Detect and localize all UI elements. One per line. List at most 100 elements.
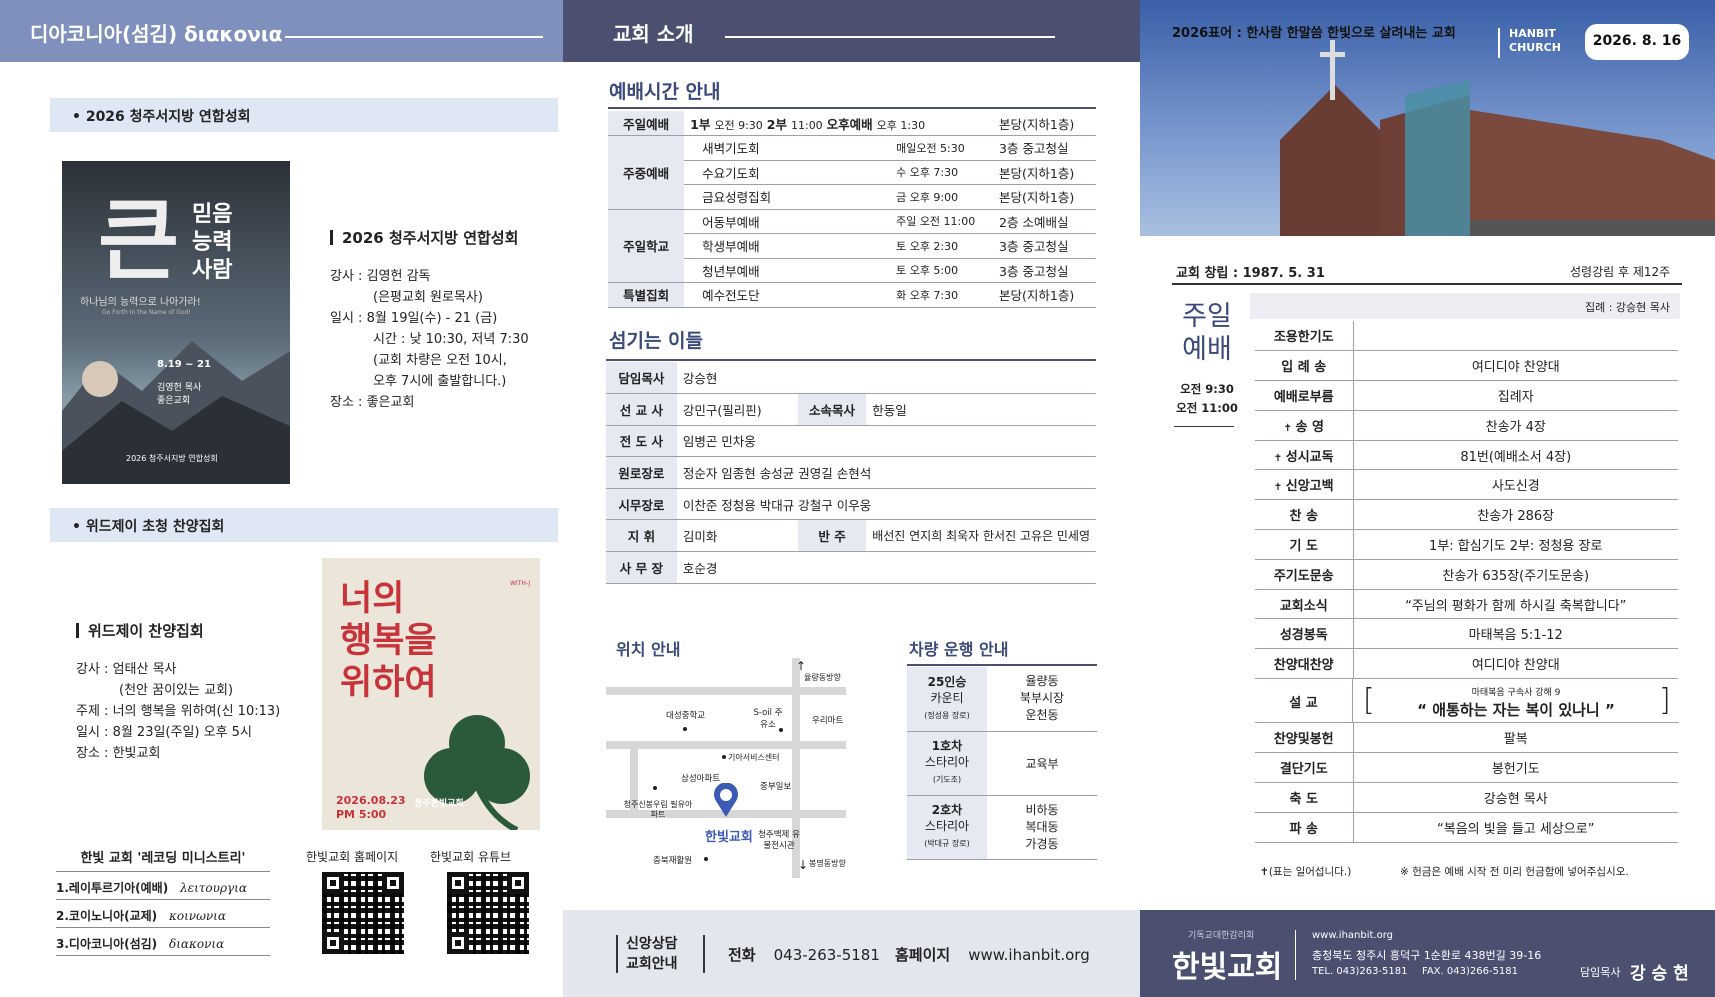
qr-homepage[interactable] [322, 872, 404, 954]
ministry-title: 한빛 교회 '레코딩 미니스트리' [56, 847, 270, 872]
event1-line: 일시 : 8월 19일(수) - 21 (금) [330, 311, 498, 326]
location-map[interactable]: ↑ ↓ 율량동방향 봉명동방향 대성중학교 S-oil 주유소 우리마트 기아서… [606, 658, 846, 878]
service-place: 본당(지하1층) [993, 111, 1096, 136]
order-row: ✝ 성시교독 81번(예배소서 4장) [1255, 440, 1678, 471]
bus-driver: (박대규 장로) [924, 839, 970, 848]
standing-note: ✝(표는 일어섭니다.) [1260, 864, 1351, 879]
church-pin-icon [714, 783, 738, 817]
order-row: 조용한기도 [1255, 321, 1678, 352]
standing-icon: ✝ [1283, 422, 1296, 434]
staff-role: 원로장로 [606, 456, 677, 489]
concert-date: 2026.08.23 [336, 794, 406, 807]
concert-poster: 너의 행복을 위하여 WITH-J 2026.08.23 PM 5:00 청주한… [322, 558, 540, 830]
event2-line: 강사 : 엄태산 목사 [76, 662, 177, 677]
standing-note-text: (표는 일어섭니다.) [1268, 866, 1352, 878]
ministry-table: 한빛 교회 '레코딩 미니스트리' 1.레이투르기아(예배) λειτουργι… [56, 847, 270, 956]
service-time: 오전 9:30 [1180, 382, 1234, 396]
footer-website[interactable]: www.ihanbit.org [1312, 930, 1393, 941]
service-part: 오후예배 [826, 116, 873, 132]
rule [606, 359, 1096, 361]
section-band-1: • 2026 청주서지방 연합성회 [50, 98, 558, 132]
order-label-text: 예배로부름 [1273, 389, 1334, 405]
event1-line: (은평교회 원로목사) [373, 290, 483, 305]
order-label-text: 신앙고백 [1285, 479, 1334, 495]
service-time: 11:00 [790, 118, 823, 132]
order-of-worship-2: 찬양및봉헌 팔복 결단기도 봉헌기도 축 도 강승현 목사 파 송 “복음의 빛을 들고 세상… [1255, 723, 1678, 843]
poster-word: 믿음 [192, 202, 233, 227]
order-label: 찬양및봉헌 [1255, 723, 1354, 754]
event1-line: 장소 : 좋은교회 [330, 395, 415, 410]
bus-driver: (정성용 장로) [924, 710, 970, 720]
event2-line: 장소 : 한빛교회 [76, 746, 161, 761]
order-value: 집례자 [1353, 380, 1678, 411]
table-row: 주일학교 어동부예배 주일 오전 11:00 2층 소예배실 [608, 209, 1096, 283]
header-rule [285, 36, 543, 38]
website-link[interactable]: www.ihanbit.org [968, 946, 1090, 964]
liturgical-week: 성령강림 후 제12주 [1570, 265, 1671, 279]
concert-title-line: 위하여 [340, 663, 437, 703]
section-band-2: • 위드제이 초청 찬양집회 [50, 508, 558, 542]
table-row: 선 교 사 강민구(필리핀) 소속목사 한동일 [606, 393, 1096, 426]
bus-car: 1호차 스타리아 (기도조) [907, 731, 987, 796]
table-row: 1호차 스타리아 (기도조) 교육부 [907, 731, 1097, 796]
order-label: 축 도 [1255, 782, 1354, 813]
order-label: 찬 송 [1255, 499, 1354, 531]
staff-role: 반 주 [797, 519, 867, 553]
service-part: 2부 [766, 116, 787, 132]
staff-role: 사 무 장 [606, 551, 677, 584]
service-title-line: 예배 [1182, 334, 1232, 365]
table-row: 원로장로 정순자 임종현 송성균 권영길 손현석 [606, 456, 1096, 489]
order-label: 교회소식 [1255, 589, 1354, 620]
order-row: 교회소식 “주님의 평화가 함께 하시길 축복합니다” [1255, 589, 1678, 620]
order-label-text: 조용한기도 [1273, 330, 1334, 346]
staff-names: 배선진 연지희 최욱자 한서진 고유은 민세영 [866, 519, 1096, 553]
event1-line: (교회 차량은 오전 10시, [373, 353, 507, 368]
qr-youtube[interactable] [447, 872, 529, 954]
service-title-line: 주일 [1182, 301, 1232, 332]
table-row: 특별집회 예수전도단 화 오후 7:30 본당(지하1층) [608, 282, 1096, 308]
order-label-text: 파 송 [1289, 821, 1318, 837]
brand-logo: HANBIT CHURCH [1509, 27, 1561, 55]
bus-car-model: 스타리아 [924, 755, 970, 769]
map-label: 우리마트 [812, 716, 844, 726]
order-label-text: 찬양대찬양 [1273, 658, 1334, 674]
table-row: 전 도 사 임병곤 민차웅 [606, 425, 1096, 458]
order-label: 입 례 송 [1255, 350, 1354, 382]
service-place: 본당(지하1층) [993, 160, 1096, 185]
order-label-text: 찬 송 [1289, 509, 1318, 525]
order-value: 팔복 [1353, 723, 1678, 754]
column-diakonia: 디아코니아(섬김) διακονια • 2026 청주서지방 연합성회 큰 믿… [0, 0, 563, 997]
bus-car-number: 25인승 [927, 674, 967, 689]
poster-speaker: 김영헌 목사 [157, 383, 202, 393]
denomination: 기독교대한감리회 [1188, 931, 1255, 941]
staff-names: 임병곤 민차웅 [676, 425, 1096, 458]
order-row: 결단기도 봉헌기도 [1255, 752, 1678, 784]
order-label-text: 기 도 [1289, 538, 1318, 554]
bus-area: 비하동 복대동 가경동 [987, 795, 1097, 860]
website-label: 홈페이지 [895, 946, 951, 964]
arrow-down-icon: ↓ [798, 858, 809, 872]
order-value: 마태복음 5:1-12 [1353, 618, 1678, 650]
service-part: 1부 [690, 116, 711, 132]
bus-area: 교육부 [987, 731, 1097, 796]
service-time: 화 오후 7:30 [890, 282, 994, 308]
order-row: 찬양및봉헌 팔복 [1255, 723, 1678, 754]
map-label: 대성중학교 [666, 711, 706, 721]
ministry-item: 1.레이투르기아(예배) λειτουργια [56, 872, 270, 900]
order-value: 찬송가 4장 [1353, 410, 1678, 441]
poster-church: 좋은교회 [157, 396, 191, 406]
order-value: 봉헌기도 [1353, 752, 1678, 784]
staff-role: 소속목사 [797, 393, 867, 426]
service-name: 학생부예배 [684, 233, 891, 259]
service-place: 본당(지하1층) [993, 282, 1096, 308]
ministry-item: 3.디아코니아(섬김) διακονια [56, 928, 270, 956]
map-label: 봉명동방향 [809, 859, 846, 868]
map-title: 위치 안내 [616, 640, 681, 659]
service-place: 3층 중고청실 [993, 258, 1096, 283]
table-row: 주중예배 새벽기도회 매일오전 5:30 3층 중고청실 [608, 135, 1096, 210]
event2-title: 위드제이 찬양집회 [76, 620, 280, 641]
column-bulletin-cover: 2026표어 : 한사람 한말씀 한빛으로 살려내는 교회 HANBIT CHUR… [1140, 0, 1715, 997]
table-row: 2호차 스타리아 (박대규 장로) 비하동 복대동 가경동 [907, 795, 1097, 860]
event1-block: 2026 청주서지방 연합성회 강사 : 김영헌 감독 (은평교회 원로목사) … [330, 227, 529, 413]
service-time: 주일 오전 11:00 [890, 209, 994, 234]
